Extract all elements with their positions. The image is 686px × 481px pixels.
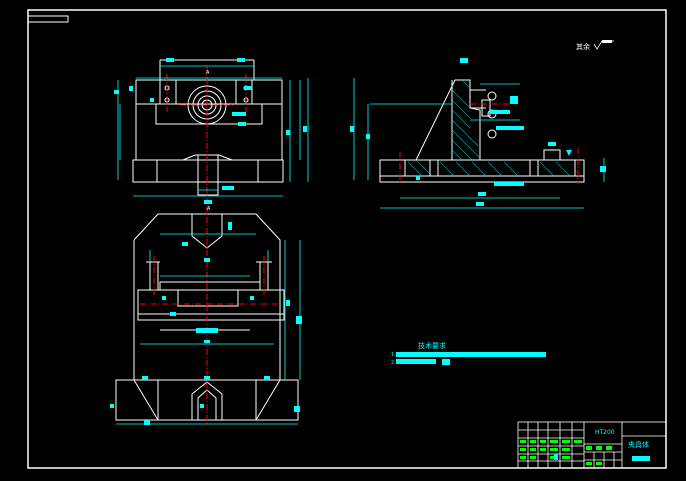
- sheet-border: [27, 9, 667, 469]
- roughness-note: 其余: [576, 40, 614, 51]
- tech-req-line-2: [396, 359, 436, 364]
- plan-view: A: [110, 206, 302, 425]
- title-block: HT200 夹具体: [517, 421, 667, 469]
- part-name-label: 夹具体: [628, 440, 649, 449]
- section-label-a-top: A: [206, 70, 210, 76]
- side-section-view: [350, 58, 606, 209]
- technical-requirements: 技术要求 1. 2.: [391, 341, 546, 366]
- section-label-a-mid: A: [207, 206, 211, 212]
- tech-req-index-1: 1.: [391, 352, 396, 358]
- end-view: A: [114, 58, 309, 204]
- tech-req-index-2: 2.: [391, 360, 396, 366]
- tech-req-title: 技术要求: [418, 341, 446, 350]
- tech-req-line-1: [396, 352, 546, 357]
- cad-drawing: A A 其余 技术要求 1. 2. HT200 夹具体: [27, 9, 667, 469]
- roughness-label: 其余: [576, 42, 590, 51]
- material-label: HT200: [595, 429, 615, 436]
